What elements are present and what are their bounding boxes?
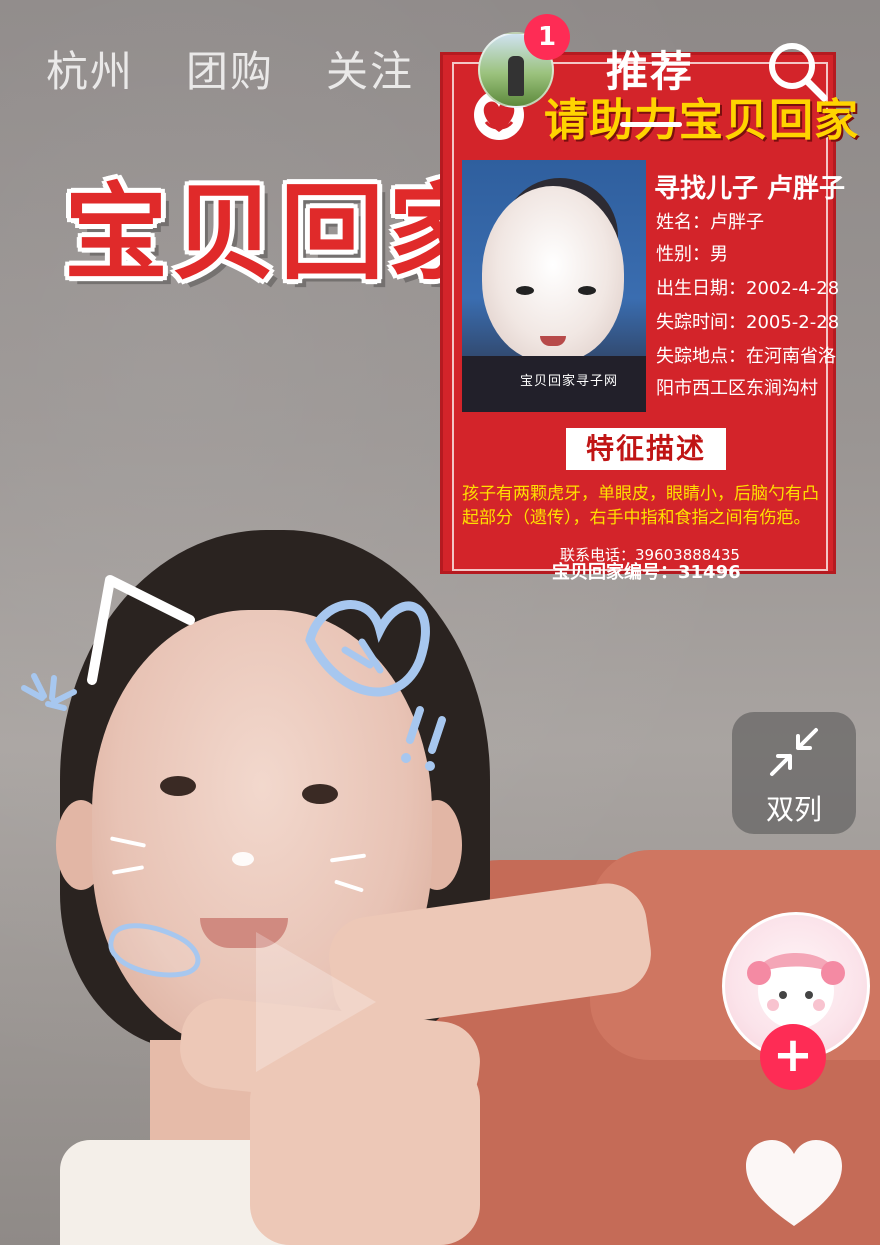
video-feed-screen[interactable]: 宝贝回家 请助力宝贝回家 宝贝回家寻子网 寻找儿子 卢胖子 姓名：卢胖子 性别：… [0, 0, 880, 1245]
tab-hangzhou[interactable]: 杭州 [46, 38, 134, 99]
poster-field: 阳市西工区东涧沟村 [656, 378, 818, 399]
tab-recommended[interactable]: 推荐 [606, 38, 694, 99]
tab-group-buy[interactable]: 团购 [186, 38, 274, 99]
cat-ears-filter-icon [87, 575, 446, 771]
active-tab-indicator [620, 122, 682, 127]
dual-column-button[interactable]: 双列 [732, 712, 856, 834]
dual-column-label: 双列 [765, 793, 822, 826]
child-eye-right [578, 286, 596, 295]
sweat-drop-icon [108, 923, 201, 978]
poster-field: 失踪地点：在河南省洛 [656, 346, 836, 367]
play-icon[interactable] [216, 912, 396, 1092]
poster-field: 出生日期：2002-4-28 [656, 278, 840, 299]
sticker-title: 宝贝回家 [64, 172, 497, 294]
top-nav: 杭州 团购 关注 1 推荐 [0, 0, 880, 120]
follow-button[interactable]: + [760, 1024, 826, 1090]
tab-following[interactable]: 关注 [326, 38, 414, 99]
poster-footer-id: 宝贝回家编号：31496 [552, 562, 741, 583]
anger-mark-icon [21, 673, 77, 711]
features-title: 特征描述 [566, 428, 726, 470]
poster-field: 失踪时间：2005-2-28 [656, 312, 840, 333]
poster-field: 性别：男 [656, 244, 728, 265]
poster-subtitle: 寻找儿子 卢胖子 [654, 174, 846, 204]
photo-caption: 宝贝回家寻子网 [520, 374, 619, 389]
heart-icon[interactable] [744, 1138, 844, 1230]
notification-badge: 1 [524, 14, 570, 60]
search-icon[interactable] [764, 38, 830, 104]
features-text: 孩子有两颗虎牙，单眼皮，眼睛小，后脑勺有凸起部分（遗传），右手中指和食指之间有伤… [462, 484, 819, 528]
poster-field: 姓名：卢胖子 [656, 212, 764, 233]
avatar-figure [508, 56, 524, 96]
girl-nose-dot [232, 852, 254, 866]
child-eye-left [516, 286, 534, 295]
collapse-arrows-icon [770, 728, 818, 776]
